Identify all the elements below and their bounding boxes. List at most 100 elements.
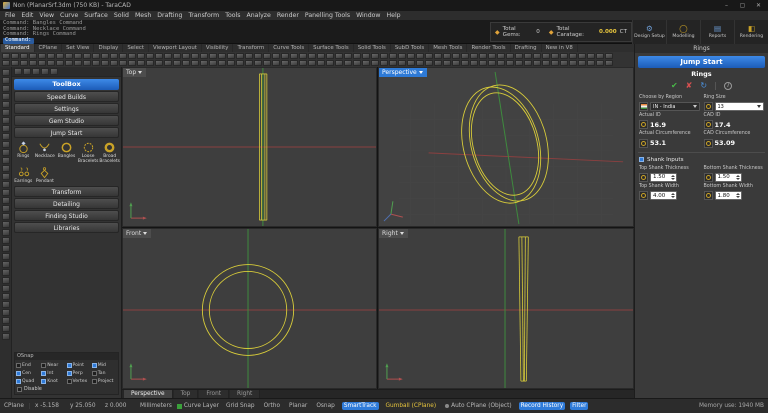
toolbar-icon[interactable] [425,60,433,66]
libraries-button[interactable]: Libraries [14,222,119,233]
viewport-right-label[interactable]: Right [379,229,408,238]
osnap-title[interactable]: OSnap [15,353,118,360]
toolbar-icon[interactable] [227,60,235,66]
tab-viewport-layout[interactable]: Viewport Layout [149,44,202,52]
toolbar-icon[interactable] [2,277,10,284]
toolbar-icon[interactable] [173,60,181,66]
toolbar-icon[interactable] [2,293,10,300]
toolbar-icon[interactable] [344,53,352,59]
toolbar-icon[interactable] [245,53,253,59]
rendering-button[interactable]: ◧ Rendering [734,20,768,44]
menu-file[interactable]: File [2,11,18,20]
menu-edit[interactable]: Edit [18,11,36,20]
toolbar-icon[interactable] [2,189,10,196]
checkbox[interactable] [67,371,72,376]
toolbar-icon[interactable] [146,60,154,66]
design-setup-button[interactable]: ⚙ Design Setup [632,20,666,44]
category-necklace[interactable]: Necklace [35,141,56,165]
toolbar-icon[interactable] [488,53,496,59]
toolbar-icon[interactable] [182,60,190,66]
toolbar-icon[interactable] [2,317,10,324]
toolbar-icon[interactable] [227,53,235,59]
toolbar-icon[interactable] [2,109,10,116]
panel-tab-icon[interactable] [50,68,58,75]
toolbar-icon[interactable] [281,60,289,66]
toolbar-icon[interactable] [398,60,406,66]
toolbar-icon[interactable] [479,53,487,59]
toolbar-icon[interactable] [578,53,586,59]
toggle-osnap[interactable]: Osnap [314,402,337,410]
toolbar-icon[interactable] [29,60,37,66]
viewport-top-label[interactable]: Top [123,68,146,77]
toolbar-icon[interactable] [353,60,361,66]
toolbar-icon[interactable] [29,53,37,59]
toolbar-icon[interactable] [20,53,28,59]
toolbar-icon[interactable] [74,53,82,59]
osnap-cen[interactable]: Cen [16,369,41,377]
checkbox[interactable] [92,379,97,384]
toolbar-icon[interactable] [2,85,10,92]
toolbar-icon[interactable] [389,53,397,59]
viewport-canvas-perspective[interactable] [379,68,633,226]
toggle-ortho[interactable]: Ortho [262,402,282,410]
toolbar-icon[interactable] [11,53,19,59]
toolbar-icon[interactable] [380,53,388,59]
toolbar-icon[interactable] [65,53,73,59]
toolbar-icon[interactable] [2,117,10,124]
toolbar-icon[interactable] [533,53,541,59]
tab-mesh-tools[interactable]: Mesh Tools [429,44,467,52]
toolbar-icon[interactable] [470,53,478,59]
toolbar-icon[interactable] [2,149,10,156]
toolbar-icon[interactable] [254,60,262,66]
gem-studio-button[interactable]: Gem Studio [14,115,119,126]
toolbar-icon[interactable] [2,245,10,252]
osnap-perp[interactable]: Perp [67,369,92,377]
viewport-canvas-right[interactable] [379,229,633,388]
toggle-record-history[interactable]: Record History [519,402,566,410]
maximize-button[interactable]: ▢ [736,0,749,11]
toolbar-icon[interactable] [290,53,298,59]
toolbar-icon[interactable] [434,60,442,66]
toolbar-icon[interactable] [335,60,343,66]
toolbar-icon[interactable] [182,53,190,59]
toolbar-icon[interactable] [407,53,415,59]
panel-tab-icon[interactable] [41,68,49,75]
category-rings[interactable]: Rings [13,141,34,165]
rings-panel-title[interactable]: Rings [635,44,768,53]
osnap-vertex[interactable]: Vertex [67,377,92,385]
toolbar-icon[interactable] [236,60,244,66]
toolbar-icon[interactable] [272,60,280,66]
toolbar-icon[interactable] [173,53,181,59]
tab-cplane[interactable]: CPlane [35,44,63,52]
spinner[interactable] [736,193,740,198]
viewport-tab-front[interactable]: Front [199,390,229,398]
toggle-grid-snap[interactable]: Grid Snap [224,402,257,410]
toolbar-icon[interactable] [119,60,127,66]
tab-transform[interactable]: Transform [233,44,269,52]
checkbox[interactable] [16,371,21,376]
tab-visibility[interactable]: Visibility [202,44,234,52]
toolbar-icon[interactable] [218,53,226,59]
checkbox[interactable] [16,379,21,384]
tab-render-tools[interactable]: Render Tools [467,44,510,52]
top-width-input[interactable]: 4.00 [650,191,677,200]
toolbar-icon[interactable] [20,60,28,66]
toolbar-icon[interactable] [416,60,424,66]
toolbar-icon[interactable] [92,60,100,66]
toolbar-icon[interactable] [560,53,568,59]
toolbar-icon[interactable] [272,53,280,59]
cplane-selector[interactable]: CPlane [4,403,30,409]
toolbar-icon[interactable] [200,60,208,66]
toolbar-icon[interactable] [452,53,460,59]
toolbar-icon[interactable] [542,60,550,66]
checkbox[interactable] [17,387,22,392]
menu-panelling-tools[interactable]: Panelling Tools [302,11,353,20]
transform-button[interactable]: Transform [14,186,119,197]
spinner[interactable] [671,175,675,180]
toolbar-icon[interactable] [83,53,91,59]
toolbar-icon[interactable] [164,60,172,66]
reports-button[interactable]: ▤ Reports [700,20,734,44]
toggle-smarttrack[interactable]: SmartTrack [342,402,379,410]
toolbar-icon[interactable] [2,333,10,340]
toolbar-icon[interactable] [155,60,163,66]
